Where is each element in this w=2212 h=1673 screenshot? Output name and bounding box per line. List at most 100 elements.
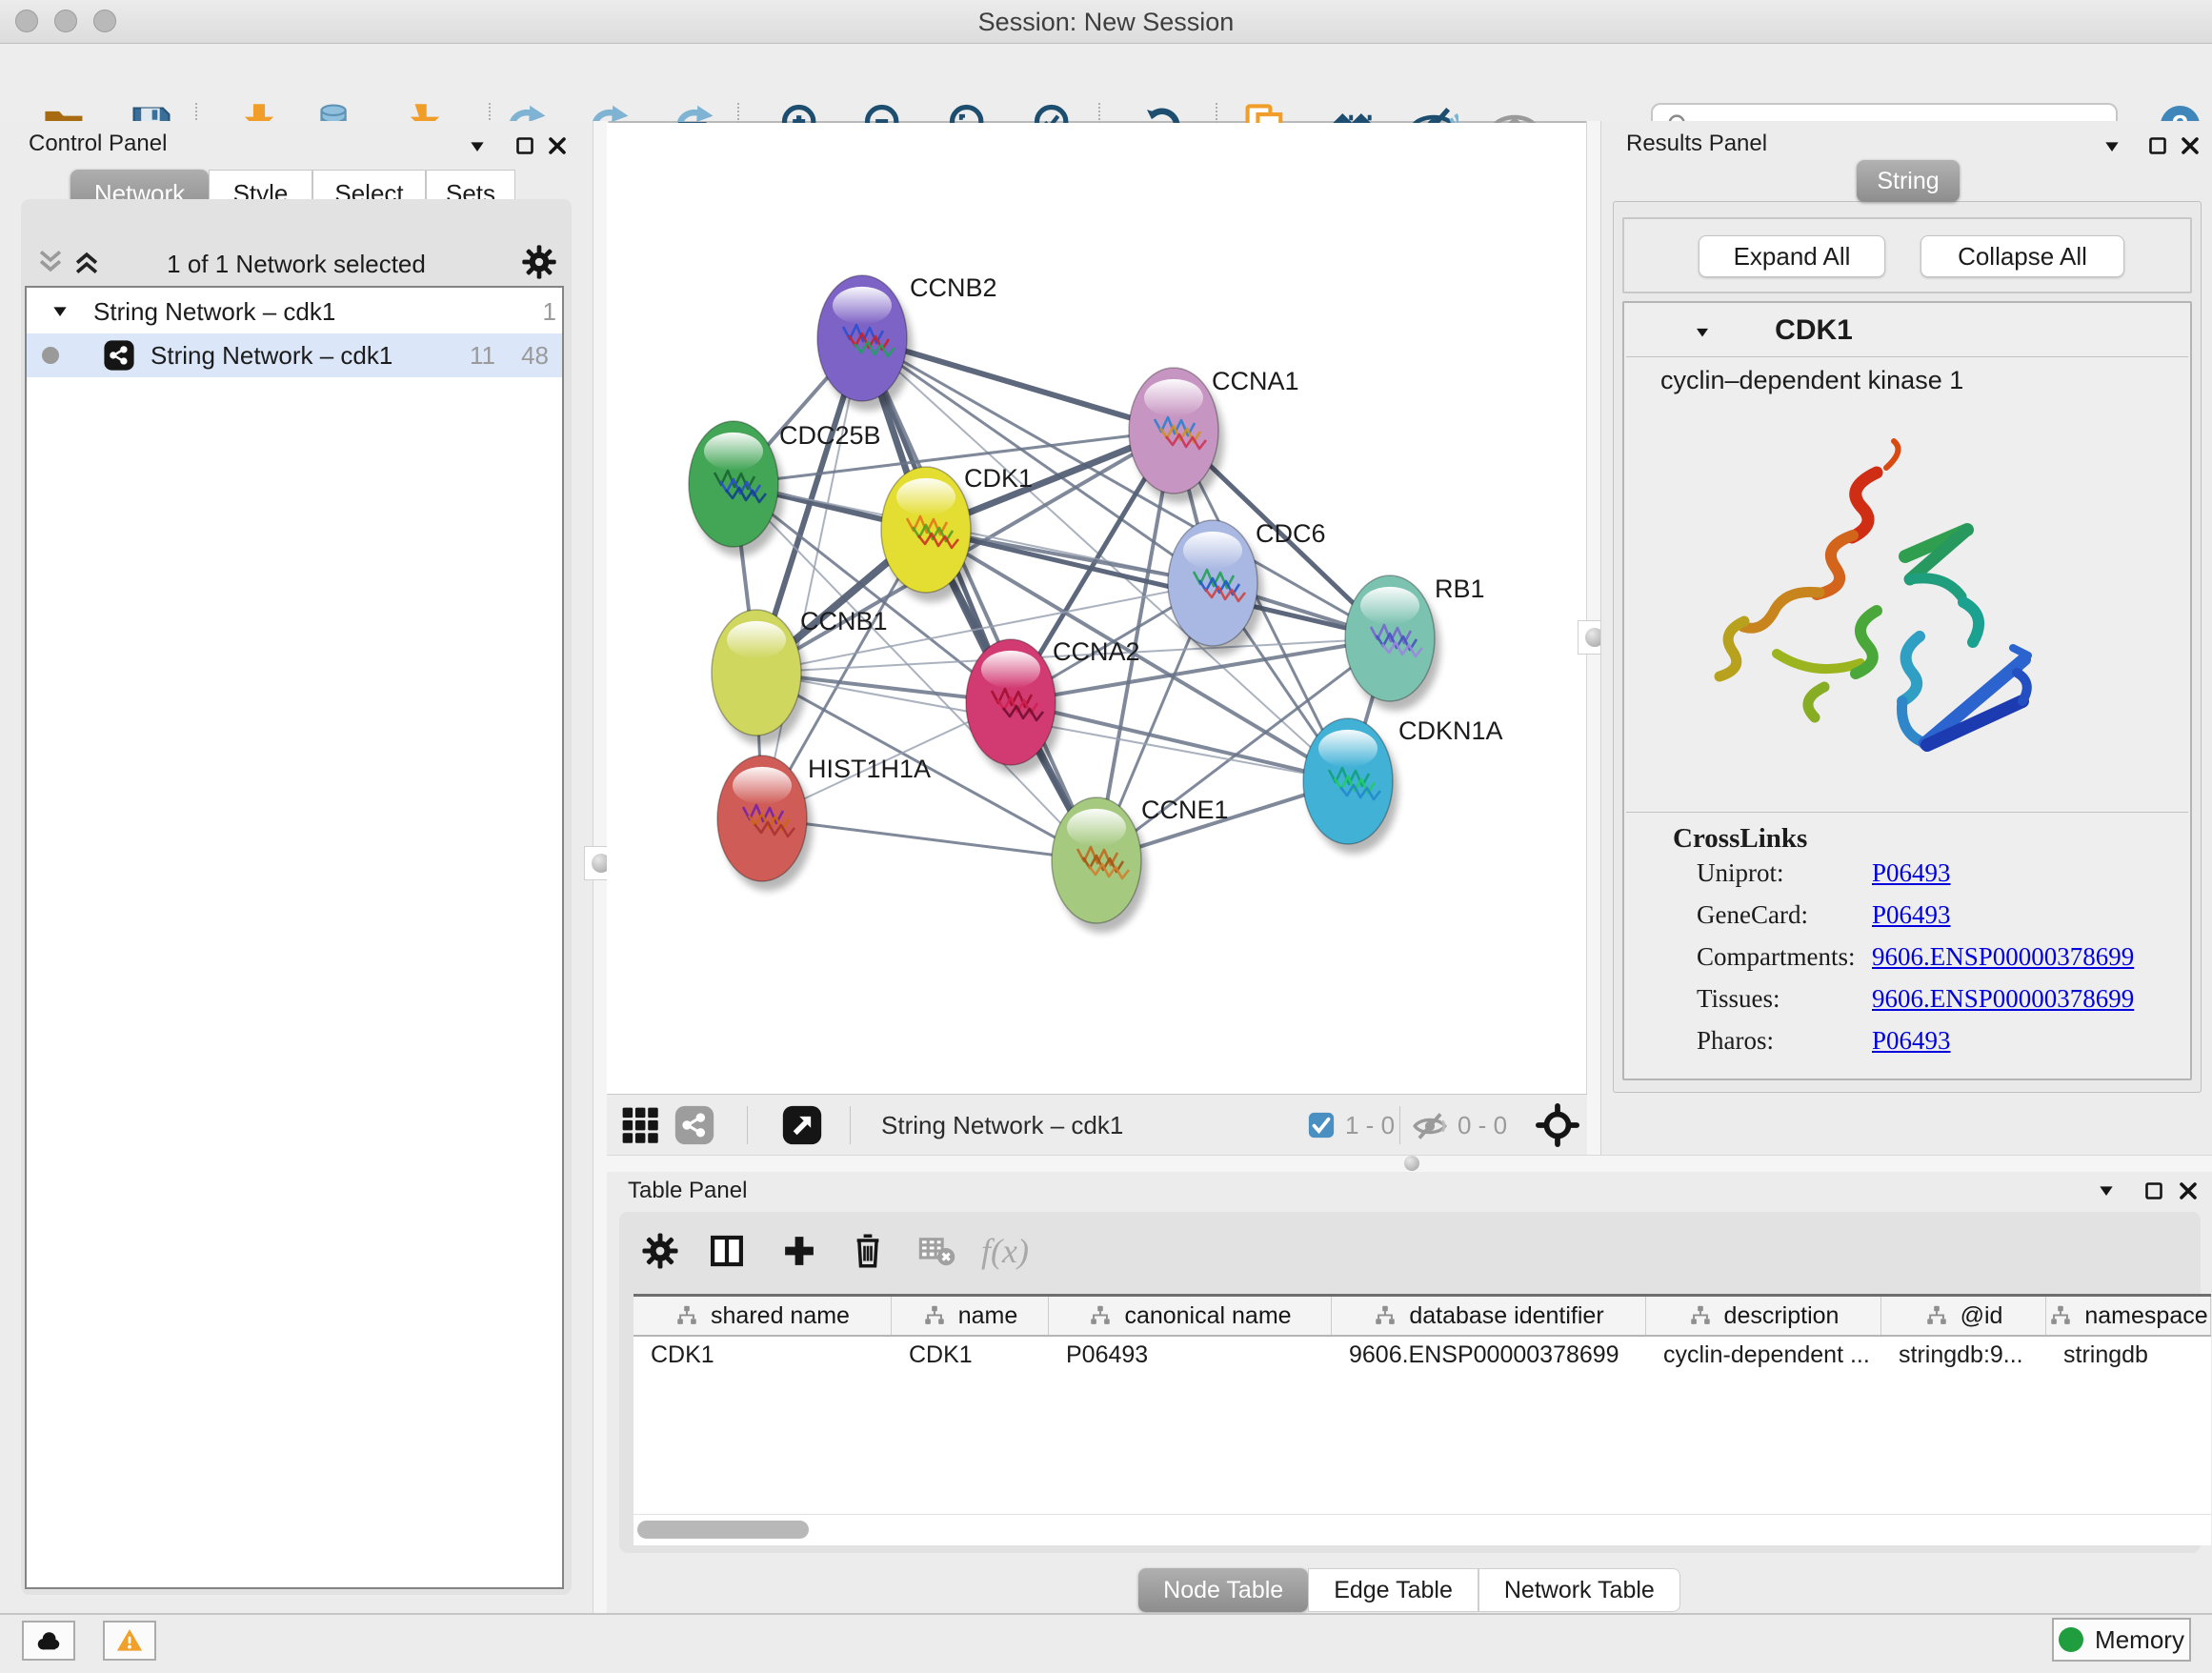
scrollbar-thumb[interactable] <box>637 1521 809 1539</box>
protein-description: cyclin–dependent kinase 1 <box>1660 366 1963 395</box>
cell: CDK1 <box>892 1337 1049 1373</box>
node-CCNA2[interactable] <box>966 639 1061 775</box>
table-panel-float-button[interactable] <box>2142 1179 2165 1202</box>
protein-name: CDK1 <box>1742 314 1885 347</box>
node-label-CCNA2: CCNA2 <box>1053 637 1140 666</box>
network-view-icon[interactable] <box>674 1104 715 1146</box>
cloud-icon <box>34 1626 63 1655</box>
network-graph[interactable]: CCNB2CCNA1CDC25BCDK1CDC6RB1CCNB1CCNA2CDK… <box>607 123 1587 1094</box>
window-title: Session: New Session <box>0 8 2212 37</box>
node-label-RB1: RB1 <box>1435 574 1485 603</box>
expand-all-button[interactable]: Expand All <box>1699 235 1885 277</box>
warnings-button[interactable] <box>103 1621 156 1661</box>
control-panel-title: Control Panel <box>29 131 167 157</box>
protein-structure-image <box>1681 415 2062 796</box>
crosslink-label: GeneCard: <box>1697 900 1808 930</box>
collapse-all-button[interactable]: Collapse All <box>1920 235 2124 277</box>
edge-count: 48 <box>511 341 549 371</box>
birds-eye-view-icon[interactable] <box>781 1104 823 1146</box>
node-RB1[interactable] <box>1345 575 1440 711</box>
network-name-label: String Network – cdk1 <box>151 341 392 371</box>
titlebar: Session: New Session <box>0 0 2212 44</box>
grid-view-icon[interactable] <box>620 1105 660 1145</box>
crosslink-label: Compartments: <box>1697 942 1855 972</box>
hidden-eye-icon[interactable] <box>1412 1108 1448 1144</box>
selected-nodes-checkbox[interactable] <box>1307 1111 1336 1139</box>
tab-edge-table[interactable]: Edge Table <box>1308 1568 1478 1612</box>
delete-column-icon[interactable] <box>848 1231 888 1271</box>
results-panel-float-button[interactable] <box>2146 134 2169 157</box>
warning-icon <box>115 1626 144 1655</box>
node-label-CCNA1: CCNA1 <box>1212 367 1299 395</box>
tab-network-table[interactable]: Network Table <box>1478 1568 1680 1612</box>
function-builder-icon[interactable]: f(x) <box>981 1231 1057 1271</box>
table-panel: Table Panel f(x) shared namenamecanonica… <box>607 1172 2212 1613</box>
tree-expand-icon[interactable] <box>50 302 70 321</box>
node-label-CCNB1: CCNB1 <box>800 607 888 635</box>
table-panel-menu-button[interactable] <box>2095 1181 2118 1200</box>
network-tree-child-row[interactable]: String Network – cdk1 11 48 <box>27 333 562 377</box>
results-panel-menu-button[interactable] <box>2101 137 2123 156</box>
control-panel-menu-button[interactable] <box>466 137 489 156</box>
crosslink-value-link[interactable]: P06493 <box>1872 858 1951 888</box>
table-row[interactable]: CDK1CDK1P064939606.ENSP00000378699cyclin… <box>633 1337 2211 1373</box>
cell: 9606.ENSP00000378699 <box>1332 1337 1646 1373</box>
expand-collapse-box: Expand All Collapse All <box>1622 217 2192 293</box>
status-bar: Memory <box>0 1613 2212 1673</box>
node-label-CCNB2: CCNB2 <box>910 273 997 302</box>
memory-button[interactable]: Memory <box>2052 1618 2191 1662</box>
column-header-@id[interactable]: @id <box>1881 1297 2046 1335</box>
add-column-icon[interactable] <box>779 1231 819 1271</box>
network-options-gear-icon[interactable] <box>520 243 558 281</box>
node-label-CCNE1: CCNE1 <box>1141 796 1229 824</box>
column-header-shared-name[interactable]: shared name <box>633 1297 892 1335</box>
node-HIST1H1A[interactable] <box>717 756 813 891</box>
control-panel-close-button[interactable] <box>546 134 569 157</box>
network-tree-root-row[interactable]: String Network – cdk1 1 <box>27 290 562 333</box>
node-count: 11 <box>457 341 495 371</box>
column-header-description[interactable]: description <box>1646 1297 1881 1335</box>
node-table: shared namenamecanonical namedatabase id… <box>633 1294 2211 1545</box>
fit-selected-crosshair-icon[interactable] <box>1536 1103 1579 1147</box>
cell: CDK1 <box>633 1337 892 1373</box>
node-CCNB2[interactable] <box>817 275 913 411</box>
table-panel-title: Table Panel <box>628 1178 747 1204</box>
column-header-database-identifier[interactable]: database identifier <box>1332 1297 1646 1335</box>
protein-section-cdk1: CDK1 cyclin–dependent kinase 1 <box>1622 301 2192 1080</box>
cloud-button[interactable] <box>22 1621 75 1661</box>
column-header-canonical-name[interactable]: canonical name <box>1049 1297 1332 1335</box>
crosslink-value-link[interactable]: P06493 <box>1872 1026 1951 1056</box>
memory-status-dot <box>2059 1627 2083 1652</box>
table-toolbar-box: f(x) shared namenamecanonical namedataba… <box>619 1212 2201 1553</box>
horizontal-splitter[interactable] <box>607 1155 2212 1174</box>
results-panel-close-button[interactable] <box>2179 134 2202 157</box>
selected-count: 1 - 0 <box>1345 1095 1395 1156</box>
crosslink-label: Uniprot: <box>1697 858 1784 888</box>
node-label-CDC6: CDC6 <box>1256 519 1326 548</box>
control-panel-float-button[interactable] <box>513 134 536 157</box>
node-CDC6[interactable] <box>1168 520 1263 655</box>
tab-string[interactable]: String <box>1857 160 1960 202</box>
node-CDKN1A[interactable] <box>1303 718 1398 854</box>
network-view-toolbar: String Network – cdk1 1 - 0 0 - 0 <box>607 1094 1587 1156</box>
cell: stringdb <box>2046 1337 2211 1373</box>
crosslink-value-link[interactable]: 9606.ENSP00000378699 <box>1872 984 2134 1014</box>
edge-CCNA2-CDKN1A <box>1011 702 1348 781</box>
table-options-gear-icon[interactable] <box>640 1231 680 1271</box>
delete-table-icon[interactable] <box>916 1231 956 1271</box>
protein-collapse-icon[interactable] <box>1692 324 1713 341</box>
network-collection-label: String Network – cdk1 <box>93 297 335 327</box>
crosslink-value-link[interactable]: 9606.ENSP00000378699 <box>1872 942 2134 972</box>
network-canvas[interactable]: CCNB2CCNA1CDC25BCDK1CDC6RB1CCNB1CCNA2CDK… <box>607 123 1587 1094</box>
node-CCNB1[interactable] <box>712 610 807 745</box>
crosslink-value-link[interactable]: P06493 <box>1872 900 1951 930</box>
node-label-CDKN1A: CDKN1A <box>1398 716 1503 745</box>
table-horizontal-scrollbar[interactable] <box>633 1514 2211 1545</box>
tab-node-table[interactable]: Node Table <box>1138 1568 1308 1612</box>
node-CCNE1[interactable] <box>1052 797 1147 933</box>
table-panel-close-button[interactable] <box>2177 1179 2200 1202</box>
column-header-name[interactable]: name <box>892 1297 1049 1335</box>
column-header-namespace[interactable]: namespace <box>2046 1297 2211 1335</box>
memory-label: Memory <box>2095 1625 2184 1655</box>
show-columns-icon[interactable] <box>707 1231 747 1271</box>
